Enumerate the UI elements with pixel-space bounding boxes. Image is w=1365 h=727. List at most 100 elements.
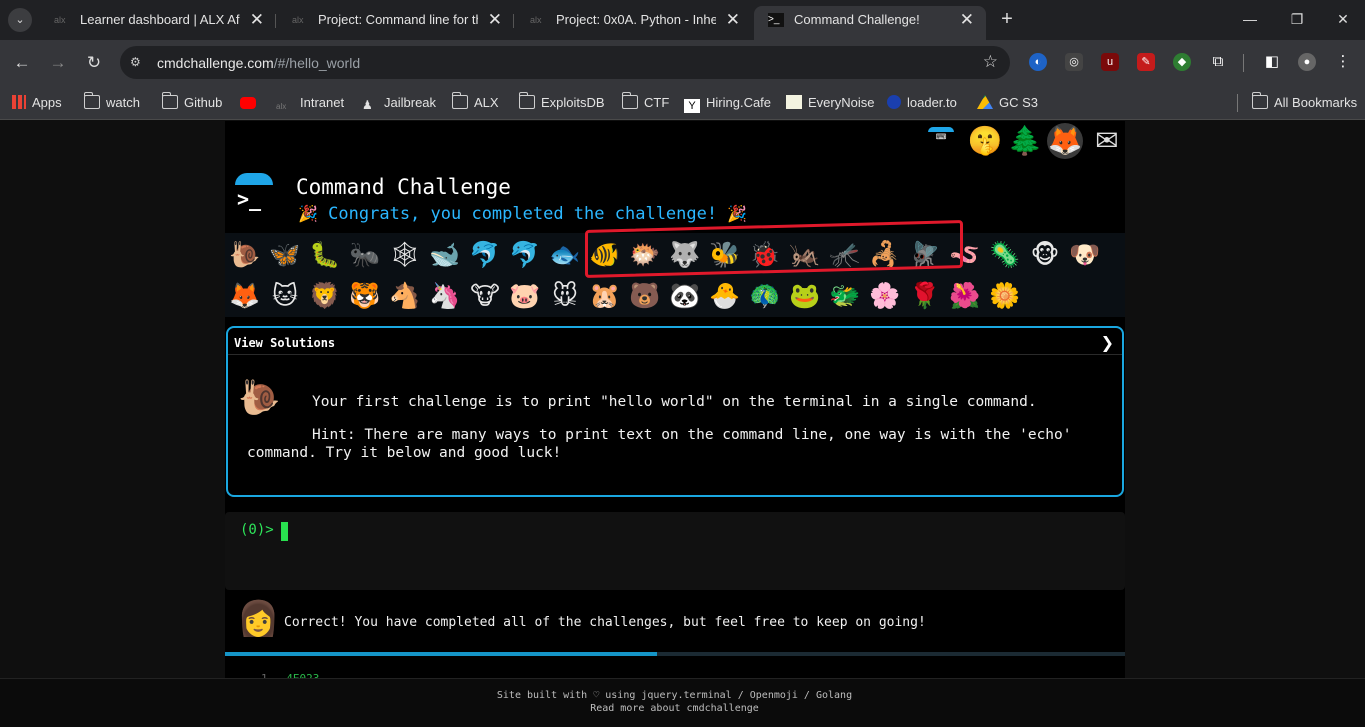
chevron-right-icon[interactable]: ❯: [1101, 333, 1114, 353]
drive-icon: [977, 95, 993, 109]
close-icon[interactable]: ✕: [960, 6, 974, 34]
alx-favicon-icon: alx: [54, 15, 66, 25]
challenge-animal-icon[interactable]: 🦁: [308, 279, 342, 313]
challenge-animal-icon[interactable]: 🐴: [388, 279, 422, 313]
challenge-animal-icon[interactable]: 🐮: [468, 279, 502, 313]
restore-button[interactable]: ❐: [1287, 8, 1307, 30]
page-footer: Site built with ♡ using jquery.terminal …: [0, 678, 1365, 727]
challenge-animal-icon[interactable]: 🕸: [388, 238, 422, 272]
challenge-animal-icon[interactable]: 🌺: [948, 279, 982, 313]
challenge-animal-icon[interactable]: 🌹: [908, 279, 942, 313]
address-bar[interactable]: ⚙ cmdchallenge.com/#/hello_world ☆: [120, 46, 1010, 79]
tree-icon[interactable]: 🌲: [1007, 123, 1043, 159]
challenge-hint-line2: command. Try it below and good luck!: [247, 445, 562, 461]
read-more-link[interactable]: Read more about cmdchallenge: [0, 703, 1349, 714]
view-solutions-label: View Solutions: [234, 336, 336, 350]
view-solutions-toggle[interactable]: View Solutions ❯: [228, 328, 1122, 355]
challenge-animal-icon[interactable]: 🌼: [988, 279, 1022, 313]
tab-project-command-line[interactable]: alx Project: Command line for the w ✕: [278, 6, 514, 36]
close-icon[interactable]: ✕: [250, 6, 264, 34]
challenge-animal-icon[interactable]: 🐼: [668, 279, 702, 313]
bookmark-everynoise[interactable]: EveryNoise: [786, 93, 874, 113]
menu-kebab-icon[interactable]: ⋮: [1334, 53, 1352, 71]
challenge-animal-icon[interactable]: 🐋: [428, 238, 462, 272]
bookmark-ctf[interactable]: CTF: [622, 92, 669, 113]
mail-icon[interactable]: ✉: [1089, 123, 1125, 159]
page-title: Command Challenge: [296, 175, 511, 199]
challenge-animal-icon[interactable]: 🌸: [868, 279, 902, 313]
challenge-animal-icon[interactable]: 🦊: [228, 279, 262, 313]
bookmark-exploitsdb[interactable]: ExploitsDB: [519, 92, 605, 113]
tab-title: Project: Command line for the w: [318, 12, 478, 27]
close-icon[interactable]: ✕: [488, 6, 502, 34]
extension-2-icon[interactable]: ◎: [1065, 53, 1083, 71]
challenge-animal-icon[interactable]: 🐌: [228, 238, 262, 272]
challenge-animal-icon[interactable]: 🐷: [508, 279, 542, 313]
close-window-button[interactable]: ✕: [1333, 8, 1353, 30]
bookmark-watch[interactable]: watch: [84, 92, 140, 113]
bookmark-apps[interactable]: Apps: [12, 93, 62, 113]
bookmark-hiring-cafe[interactable]: Y Hiring.Cafe: [684, 93, 771, 113]
bookmark-loader-to[interactable]: loader.to: [887, 93, 957, 113]
tab-title: Project: 0x0A. Python - Inheritan: [556, 12, 716, 27]
tab-learner-dashboard[interactable]: alx Learner dashboard | ALX Africa ✕: [40, 6, 276, 36]
terminal-input[interactable]: (0)>: [225, 512, 1125, 590]
new-tab-button[interactable]: +: [996, 8, 1018, 30]
challenge-animal-icon[interactable]: 🐜: [348, 238, 382, 272]
bookmark-star-icon[interactable]: ☆: [983, 52, 998, 72]
back-button[interactable]: ←: [11, 52, 33, 74]
shushing-face-icon[interactable]: 🤫: [967, 123, 1003, 159]
challenge-animal-icon[interactable]: 🐸: [788, 279, 822, 313]
tab-search-button[interactable]: ⌄: [8, 8, 32, 32]
close-icon[interactable]: ✕: [726, 6, 740, 34]
challenge-animal-icon[interactable]: 🐲: [828, 279, 862, 313]
bookmark-intranet[interactable]: alx Intranet: [276, 93, 344, 113]
extension-5-icon[interactable]: ◆: [1173, 53, 1191, 71]
forward-button[interactable]: →: [47, 52, 69, 74]
all-bookmarks-button[interactable]: All Bookmarks: [1252, 92, 1357, 113]
extension-1-icon[interactable]: ◐: [1029, 53, 1047, 71]
challenge-animal-icon[interactable]: 🐬: [468, 238, 502, 272]
bookmark-gc-s3[interactable]: GC S3: [977, 93, 1038, 113]
extension-4-icon[interactable]: ✎: [1137, 53, 1155, 71]
folder-icon: [622, 92, 638, 109]
gitlab-icon[interactable]: 🦊: [1047, 123, 1083, 159]
challenge-animal-icon[interactable]: 🐣: [708, 279, 742, 313]
challenge-animal-icon[interactable]: 🐹: [588, 279, 622, 313]
side-panel-icon[interactable]: ◧: [1263, 53, 1281, 71]
bookmark-label: Jailbreak: [384, 95, 437, 110]
tab-project-python-inheritance[interactable]: alx Project: 0x0A. Python - Inheritan ✕: [516, 6, 752, 36]
challenge-animal-icon[interactable]: 🐛: [308, 238, 342, 272]
profile-avatar[interactable]: ●: [1298, 53, 1316, 71]
folder-icon: [1252, 92, 1268, 109]
tab-command-challenge[interactable]: >_ Command Challenge! ✕: [754, 6, 986, 40]
bookmark-github[interactable]: Github: [162, 92, 222, 113]
challenge-hint-line1: Hint: There are many ways to print text …: [312, 427, 1072, 443]
challenge-animal-icon[interactable]: 🐱: [268, 279, 302, 313]
challenge-animal-icon[interactable]: 🐭: [548, 279, 582, 313]
url-text[interactable]: cmdchallenge.com/#/hello_world: [157, 55, 360, 71]
challenge-animal-icon[interactable]: 🦠: [988, 238, 1022, 272]
bookmark-alx[interactable]: ALX: [452, 92, 499, 113]
challenge-animal-icon[interactable]: 🐵: [1028, 238, 1062, 272]
challenge-animal-icon[interactable]: 🐻: [628, 279, 662, 313]
challenge-animal-icon[interactable]: 🦚: [748, 279, 782, 313]
challenge-animal-icon[interactable]: 🦋: [268, 238, 302, 272]
challenge-animal-icon[interactable]: 🐶: [1068, 238, 1102, 272]
reload-button[interactable]: ↻: [83, 52, 105, 74]
bookmark-label: ALX: [474, 95, 499, 110]
bookmark-jailbreak[interactable]: ♟ Jailbreak: [362, 93, 436, 113]
terminal-prompt-icon: >_: [237, 187, 262, 211]
ublock-icon[interactable]: u: [1101, 53, 1119, 71]
terminal-logo-icon[interactable]: ⌨: [923, 123, 959, 159]
challenge-animal-icon[interactable]: 🦄: [428, 279, 462, 313]
main-content: ⌨ 🤫 🌲 🦊 ✉ >_ Command Challenge 🎉 Congrat…: [225, 121, 1125, 727]
site-info-icon[interactable]: ⚙: [130, 54, 146, 70]
challenge-animal-icon[interactable]: 🐟: [548, 238, 582, 272]
challenge-animal-icon[interactable]: 🐬: [508, 238, 542, 272]
bookmark-youtube[interactable]: [240, 93, 262, 113]
minimize-button[interactable]: —: [1240, 8, 1260, 30]
extensions-puzzle-icon[interactable]: ⧉: [1209, 53, 1227, 71]
bookmark-label: Hiring.Cafe: [706, 95, 772, 110]
challenge-animal-icon[interactable]: 🐯: [348, 279, 382, 313]
